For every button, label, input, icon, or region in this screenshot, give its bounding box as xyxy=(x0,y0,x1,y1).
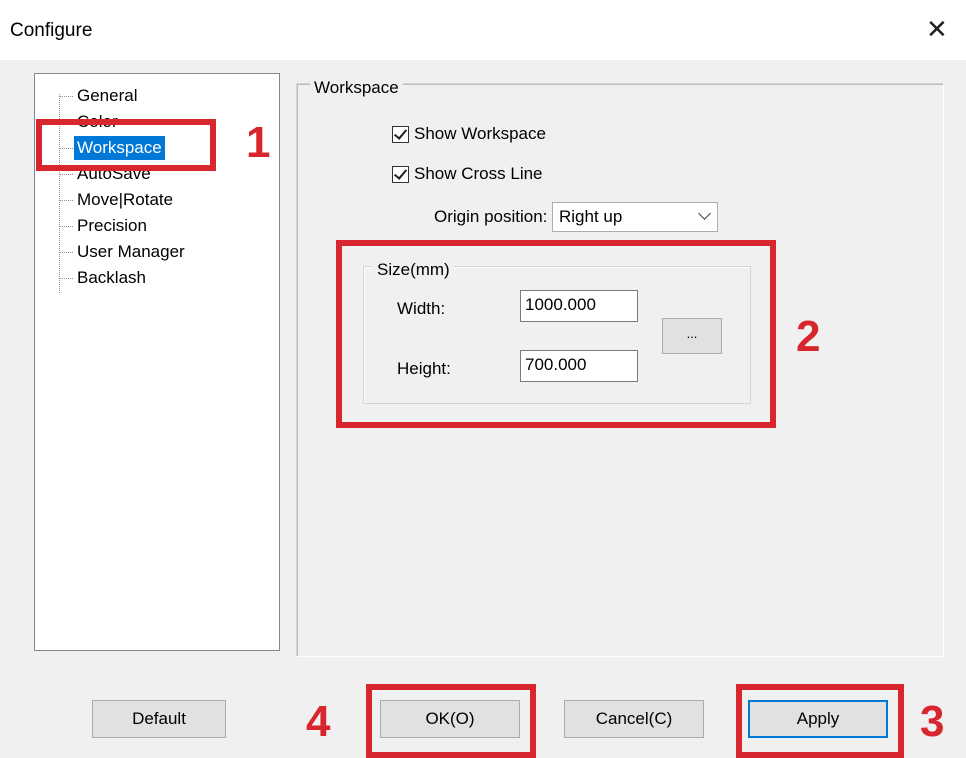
show-workspace-label: Show Workspace xyxy=(414,124,546,143)
tree-item-label: Move|Rotate xyxy=(77,190,174,209)
annotation-number-2: 2 xyxy=(796,312,821,361)
tree-tick xyxy=(59,278,73,279)
tree-tick xyxy=(59,252,73,253)
origin-position-select[interactable]: Right up xyxy=(552,202,718,232)
tree-item-label: General xyxy=(77,86,138,105)
title-bar: Configure ✕ xyxy=(0,0,966,60)
tree-tick xyxy=(59,200,73,201)
origin-position-label: Origin position: xyxy=(434,207,548,226)
cancel-button[interactable]: Cancel(C) xyxy=(564,700,704,738)
tree-item-label: Backlash xyxy=(77,268,146,287)
annotation-number-1: 1 xyxy=(246,118,271,167)
annotation-number-3: 3 xyxy=(920,697,945,746)
window-title: Configure xyxy=(10,20,93,41)
checkbox-checked-icon xyxy=(392,125,409,143)
show-cross-line-checkbox[interactable]: Show Cross Line xyxy=(392,164,543,184)
annotation-box-workspace xyxy=(36,119,216,171)
tree-tick xyxy=(59,174,73,175)
annotation-box-apply xyxy=(736,684,904,758)
workspace-group-label: Workspace xyxy=(310,78,403,98)
annotation-box-ok xyxy=(366,684,536,758)
tree-tick xyxy=(59,226,73,227)
close-icon[interactable]: ✕ xyxy=(926,14,948,44)
show-cross-line-label: Show Cross Line xyxy=(414,164,543,183)
chevron-down-icon xyxy=(698,207,711,220)
origin-position-value: Right up xyxy=(559,207,623,226)
annotation-box-size xyxy=(336,240,776,428)
show-workspace-checkbox[interactable]: Show Workspace xyxy=(392,124,546,144)
checkbox-checked-icon xyxy=(392,165,409,183)
annotation-number-4: 4 xyxy=(306,697,331,746)
tree-tick xyxy=(59,96,73,97)
tree-item-label: Precision xyxy=(77,216,147,235)
default-button[interactable]: Default xyxy=(92,700,226,738)
tree-item-label: User Manager xyxy=(77,242,185,261)
